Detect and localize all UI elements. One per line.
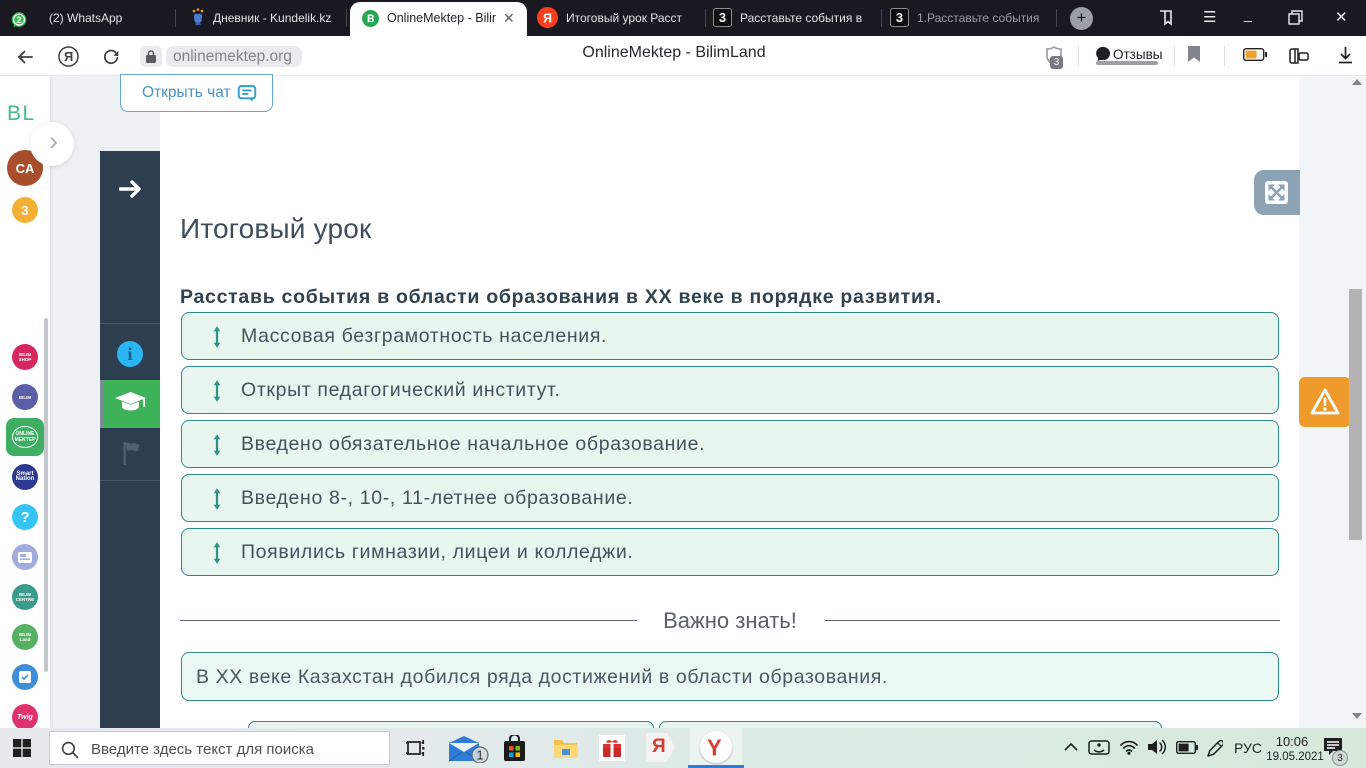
svg-text:2: 2 xyxy=(16,15,21,26)
svg-text:Я: Я xyxy=(543,12,552,26)
svg-text:1: 1 xyxy=(476,748,483,763)
